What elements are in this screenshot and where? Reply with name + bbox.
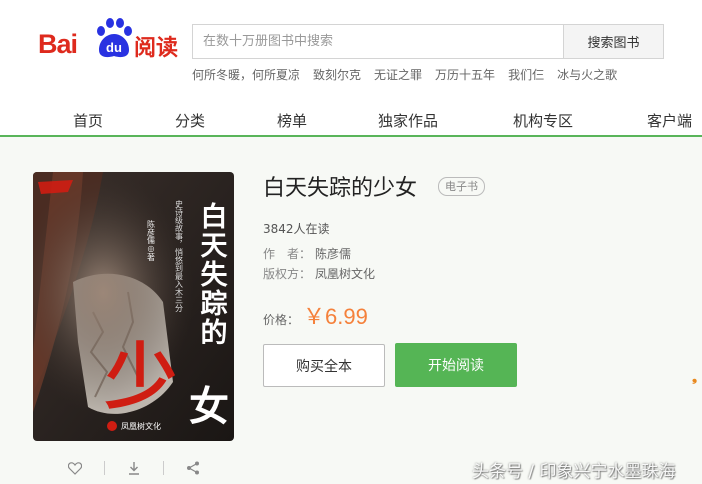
cover-title-big: 少	[105, 335, 177, 419]
cover-publisher: 凤凰树文化	[121, 421, 161, 431]
book-title: 白天失踪的少女	[263, 176, 418, 201]
hot-searches: 何所冬暖，何所夏凉 致刻尔克 无证之罪 万历十五年 我们仨 冰与火之歌	[192, 66, 617, 83]
author-link[interactable]: 陈彦儒	[315, 247, 351, 261]
price-label: 价格：	[263, 313, 300, 327]
search-button[interactable]: 搜索图书	[563, 25, 663, 58]
book-detail: 史诗级故事，悄悠到最入木三分 陈彦儒◎著 白天失踪的 少 女 凤凰树文化 白天失…	[0, 137, 702, 484]
cover-title-last: 女	[189, 384, 229, 430]
price-value: ￥6.99	[303, 304, 368, 329]
rights-label: 版权方：	[263, 267, 312, 281]
hot-search-link[interactable]: 无证之罪	[374, 66, 422, 83]
nav-item-institution[interactable]: 机构专区	[513, 110, 573, 131]
hot-search-link[interactable]: 万历十五年	[435, 66, 495, 83]
nav-item-exclusive[interactable]: 独家作品	[378, 110, 438, 131]
book-cover-image[interactable]: 史诗级故事，悄悠到最入木三分 陈彦儒◎著 白天失踪的 少 女 凤凰树文化	[33, 172, 234, 441]
paw-logo-icon: du	[97, 18, 132, 58]
ebook-badge: 电子书	[438, 177, 485, 196]
cover-title-chars: 白天失踪的	[196, 201, 228, 347]
rights-holder-link[interactable]: 凤凰树文化	[315, 267, 375, 281]
logo-text-read: 阅读	[134, 36, 179, 61]
buy-full-button[interactable]: 购买全本	[263, 344, 385, 387]
hot-search-link[interactable]: 我们仨	[508, 66, 544, 83]
hot-search-link[interactable]: 致刻尔克	[313, 66, 361, 83]
start-reading-button[interactable]: 开始阅读	[395, 343, 517, 387]
nav-item-home[interactable]: 首页	[73, 110, 103, 131]
nav-item-client[interactable]: 客户端	[647, 110, 692, 131]
divider	[104, 461, 105, 475]
logo-paw-text: du	[106, 40, 122, 55]
heart-icon[interactable]	[66, 459, 84, 477]
logo-text-bai: Bai	[38, 29, 78, 59]
share-icon[interactable]	[184, 459, 202, 477]
side-float-icon[interactable]: ❟	[692, 370, 702, 388]
book-actions	[66, 459, 202, 477]
author-label: 作 者：	[263, 247, 312, 261]
hot-search-link[interactable]: 何所冬暖，何所夏凉	[192, 66, 300, 83]
hot-search-link[interactable]: 冰与火之歌	[557, 66, 617, 83]
reader-count: 3842人在读	[263, 222, 330, 236]
nav-item-category[interactable]: 分类	[175, 110, 205, 131]
baidu-read-logo[interactable]: Bai du 阅读	[38, 16, 178, 62]
search-input[interactable]	[193, 25, 563, 58]
cover-author-line: 陈彦儒◎著	[147, 219, 156, 262]
rights-row: 版权方： 凤凰树文化	[263, 265, 375, 282]
search-box: 搜索图书	[192, 24, 664, 59]
download-icon[interactable]	[125, 459, 143, 477]
watermark: 头条号 / 印象兴宁水墨珠海	[472, 462, 676, 482]
divider	[163, 461, 164, 475]
author-row: 作 者： 陈彦儒	[263, 245, 351, 262]
main-nav: 首页 分类 榜单 独家作品 机构专区 客户端	[0, 103, 702, 137]
nav-item-ranking[interactable]: 榜单	[277, 110, 307, 131]
cover-tagline: 史诗级故事，悄悠到最入木三分	[175, 199, 184, 313]
